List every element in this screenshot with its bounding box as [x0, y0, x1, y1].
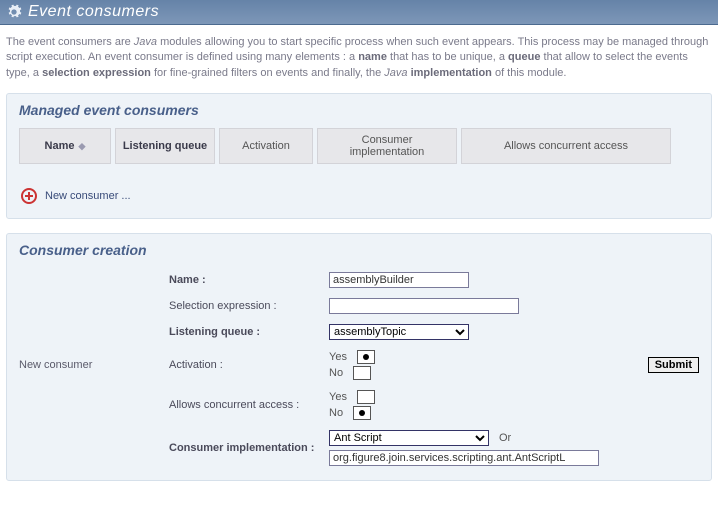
label-concurrent: Allows concurrent access :	[169, 399, 319, 411]
activation-yes-radio[interactable]	[357, 350, 375, 364]
page-title: Event consumers	[28, 3, 159, 21]
sort-icon: ◆	[79, 141, 86, 152]
side-label: New consumer	[19, 359, 159, 371]
col-impl[interactable]: Consumer implementation	[317, 128, 457, 164]
selection-input[interactable]	[329, 298, 519, 314]
col-activation[interactable]: Activation	[219, 128, 313, 164]
intro-text: The event consumers are Java modules all…	[0, 25, 718, 93]
add-icon	[21, 188, 37, 204]
or-text: Or	[499, 432, 511, 444]
table-header: Name◆ Listening queue Activation Consume…	[19, 128, 699, 164]
label-activation: Activation :	[169, 359, 319, 371]
activation-no-label: No	[329, 367, 343, 379]
managed-title: Managed event consumers	[19, 102, 699, 118]
concurrent-radio-group: Yes No	[329, 390, 375, 420]
concurrent-yes-radio[interactable]	[357, 390, 375, 404]
label-impl: Consumer implementation :	[169, 442, 319, 454]
submit-button[interactable]: Submit	[648, 357, 699, 373]
new-consumer-row[interactable]: New consumer ...	[19, 188, 699, 204]
activation-radio-group: Yes No	[329, 350, 375, 380]
page-header: Event consumers	[0, 0, 718, 25]
label-name: Name :	[169, 274, 319, 286]
activation-no-radio[interactable]	[353, 366, 371, 380]
impl-text-input[interactable]	[329, 450, 599, 466]
concurrent-no-label: No	[329, 407, 343, 419]
new-consumer-link[interactable]: New consumer ...	[45, 190, 131, 202]
col-queue[interactable]: Listening queue	[115, 128, 215, 164]
concurrent-no-radio[interactable]	[353, 406, 371, 420]
concurrent-yes-label: Yes	[329, 391, 347, 403]
impl-select[interactable]: Ant Script	[329, 430, 489, 446]
label-selection: Selection expression :	[169, 300, 319, 312]
col-concurrent[interactable]: Allows concurrent access	[461, 128, 671, 164]
col-name[interactable]: Name◆	[19, 128, 111, 164]
consumer-creation-panel: Consumer creation Name : Selection expre…	[6, 233, 712, 481]
label-queue: Listening queue :	[169, 326, 319, 338]
creation-title: Consumer creation	[19, 242, 699, 258]
managed-consumers-panel: Managed event consumers Name◆ Listening …	[6, 93, 712, 219]
gear-icon	[6, 4, 22, 20]
activation-yes-label: Yes	[329, 351, 347, 363]
name-input[interactable]	[329, 272, 469, 288]
queue-select[interactable]: assemblyTopic	[329, 324, 469, 340]
